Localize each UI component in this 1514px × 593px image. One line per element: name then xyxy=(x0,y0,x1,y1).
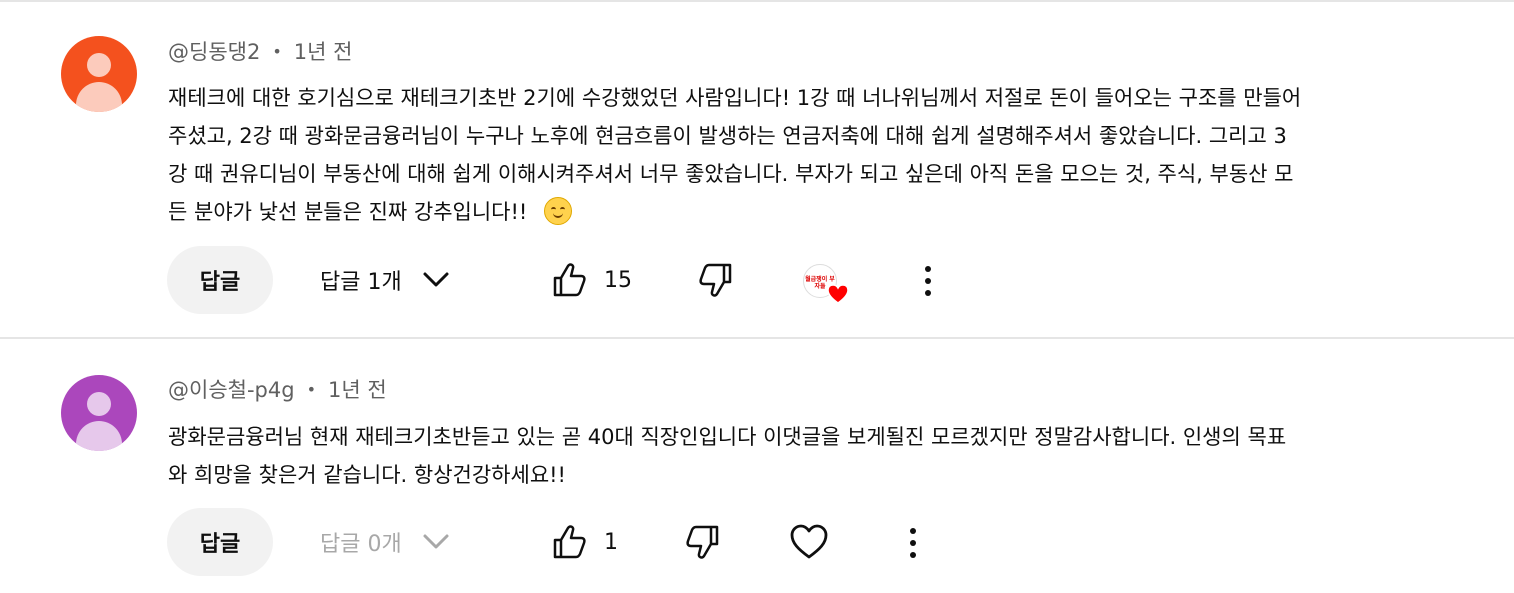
avatar[interactable] xyxy=(61,375,137,451)
comment-line: 강 때 권유디님이 부동산에 대해 쉽게 이해시켜주셔서 너무 좋았습니다. 부… xyxy=(168,162,1294,186)
avatar[interactable] xyxy=(61,36,137,112)
comment-text: 재테크에 대한 호기심으로 재테크기초반 2기에 수강했었던 사람입니다! 1강… xyxy=(168,79,1418,231)
avatar-head xyxy=(87,53,111,77)
chevron-down-icon xyxy=(423,534,449,549)
author-name[interactable]: @이승철-p4g xyxy=(168,374,295,404)
avatar-body xyxy=(76,421,122,451)
more-actions-icon[interactable] xyxy=(908,528,918,558)
avatar-head xyxy=(87,392,111,416)
view-replies-button[interactable]: 답글 1개 xyxy=(320,246,450,314)
comment-line: 주셨고, 2강 때 광화문금융러님이 누구나 노후에 현금흐름이 발생하는 연금… xyxy=(168,124,1287,148)
separator-dot: • xyxy=(306,379,316,399)
reply-button[interactable]: 답글 xyxy=(167,508,273,576)
heart-icon xyxy=(827,284,849,304)
comment-line: 와 희망을 찾은거 같습니다. 항상건강하세요!! xyxy=(168,463,566,487)
reply-button[interactable]: 답글 xyxy=(167,246,273,314)
thumbs-up-icon xyxy=(553,525,586,559)
heart-icon[interactable] xyxy=(789,523,829,561)
comment-header: @이승철-p4g • 1년 전 xyxy=(168,374,387,404)
like-count: 1 xyxy=(604,529,618,555)
thumbs-up-icon xyxy=(553,263,586,297)
smiling-face-emoji-icon xyxy=(544,197,573,225)
like-count: 15 xyxy=(604,267,632,293)
separator-dot: • xyxy=(272,41,282,61)
published-time[interactable]: 1년 전 xyxy=(294,36,353,66)
comment-line: 광화문금융러님 현재 재테크기초반듣고 있는 곧 40대 직장인입니다 이댓글을… xyxy=(168,425,1287,449)
comment-header: @딩동댕2 • 1년 전 xyxy=(168,36,352,66)
creator-heart-badge: 월급쟁이 부자들 xyxy=(803,264,851,306)
comment-actions: 답글 답글 0개 1 xyxy=(0,508,1514,576)
author-name[interactable]: @딩동댕2 xyxy=(168,36,260,66)
replies-count-label: 답글 1개 xyxy=(320,270,402,295)
published-time[interactable]: 1년 전 xyxy=(328,374,387,404)
comment-thread: @이승철-p4g • 1년 전 광화문금융러님 현재 재테크기초반듣고 있는 곧… xyxy=(0,339,1514,593)
more-actions-icon[interactable] xyxy=(923,266,933,296)
like-button[interactable]: 15 xyxy=(552,246,632,314)
chevron-down-icon xyxy=(423,272,449,287)
avatar-body xyxy=(76,82,122,112)
thumbs-down-icon[interactable] xyxy=(697,260,733,300)
comment-line-text: 든 분야가 낯선 분들은 진짜 강추입니다!! xyxy=(168,200,535,224)
comment-text: 광화문금융러님 현재 재테크기초반듣고 있는 곧 40대 직장인입니다 이댓글을… xyxy=(168,418,1418,494)
comment-thread: @딩동댕2 • 1년 전 재테크에 대한 호기심으로 재테크기초반 2기에 수강… xyxy=(0,0,1514,337)
comment-line: 재테크에 대한 호기심으로 재테크기초반 2기에 수강했었던 사람입니다! 1강… xyxy=(168,86,1302,110)
like-button[interactable]: 1 xyxy=(552,508,618,576)
comment-line-last: 든 분야가 낯선 분들은 진짜 강추입니다!! xyxy=(168,193,1418,231)
comment-actions: 답글 답글 1개 15 월급쟁이 부자들 xyxy=(0,246,1514,314)
replies-count-label: 답글 0개 xyxy=(320,532,402,557)
view-replies-button[interactable]: 답글 0개 xyxy=(320,508,450,576)
thumbs-down-icon[interactable] xyxy=(684,522,720,562)
